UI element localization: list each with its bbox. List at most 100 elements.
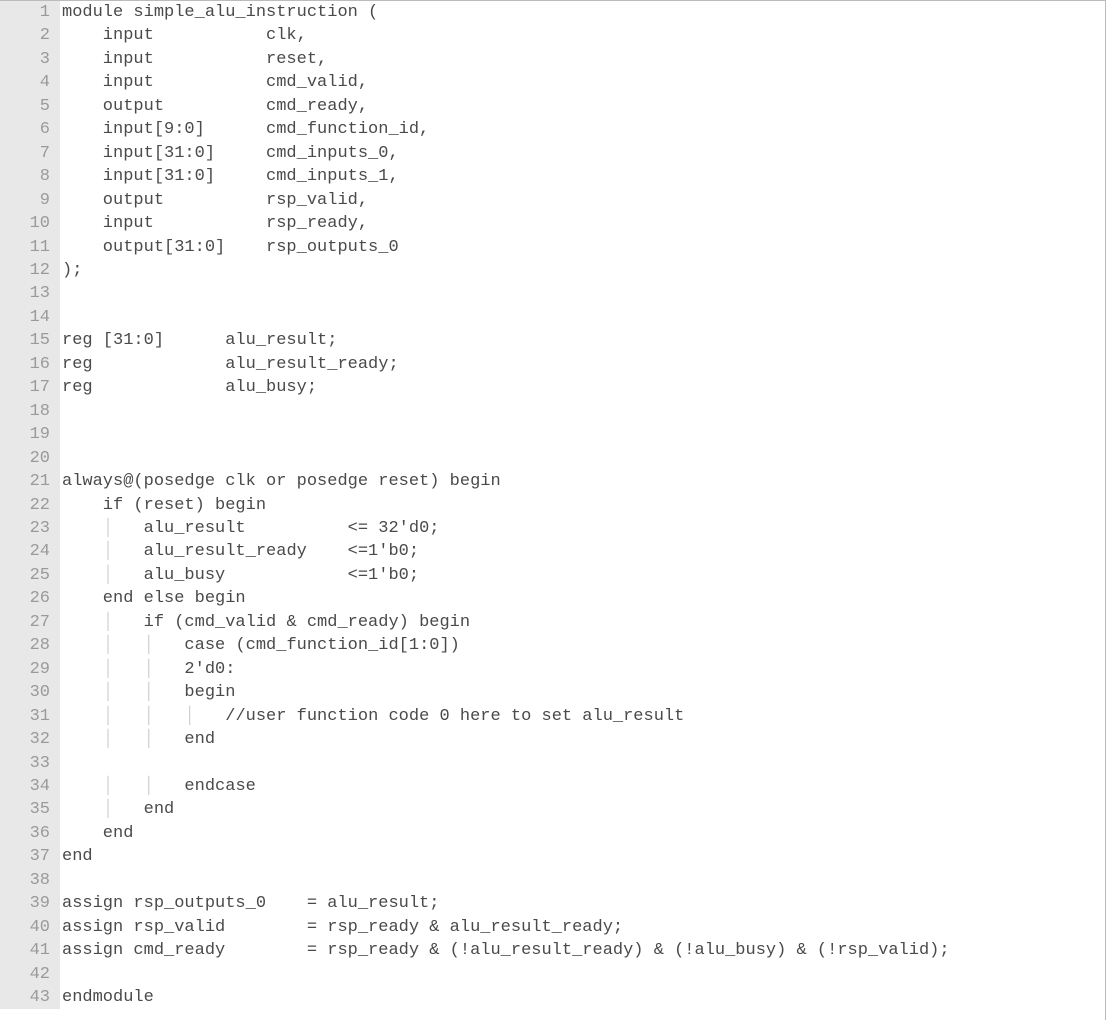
code-text: input[31:0] cmd_inputs_0, [60,142,399,165]
line-number: 9 [0,189,60,212]
code-text: module simple_alu_instruction ( [60,1,378,24]
code-text: │ │ 2'd0: [60,658,235,681]
line-number: 31 [0,705,60,728]
line-number: 3 [0,48,60,71]
code-text: input reset, [60,48,327,71]
line-number: 38 [0,869,60,892]
line-number: 17 [0,376,60,399]
code-text: output cmd_ready, [60,95,368,118]
line-number: 7 [0,142,60,165]
code-text: always@(posedge clk or posedge reset) be… [60,470,501,493]
line-number: 41 [0,939,60,962]
code-text: input clk, [60,24,307,47]
code-text: reg [31:0] alu_result; [60,329,337,352]
code-line: 10 input rsp_ready, [0,212,1105,235]
code-text: │ if (cmd_valid & cmd_ready) begin [60,611,470,634]
code-line: 42 [0,963,1105,986]
line-number: 19 [0,423,60,446]
code-text: end [60,822,133,845]
code-line: 21always@(posedge clk or posedge reset) … [0,470,1105,493]
line-number: 27 [0,611,60,634]
code-line: 29 │ │ 2'd0: [0,658,1105,681]
line-number: 25 [0,564,60,587]
line-number: 36 [0,822,60,845]
line-number: 33 [0,752,60,775]
code-text: ); [60,259,82,282]
code-text: input cmd_valid, [60,71,368,94]
code-line: 32 │ │ end [0,728,1105,751]
code-text: │ alu_result_ready <=1'b0; [60,540,419,563]
code-line: 37end [0,845,1105,868]
code-text: end [60,845,93,868]
code-text: assign rsp_valid = rsp_ready & alu_resul… [60,916,623,939]
code-line: 15reg [31:0] alu_result; [0,329,1105,352]
code-lines-container: 1module simple_alu_instruction (2 input … [0,1,1105,1009]
code-line: 41assign cmd_ready = rsp_ready & (!alu_r… [0,939,1105,962]
line-number: 43 [0,986,60,1009]
code-line: 25 │ alu_busy <=1'b0; [0,564,1105,587]
code-line: 23 │ alu_result <= 32'd0; [0,517,1105,540]
code-text: │ alu_busy <=1'b0; [60,564,419,587]
line-number: 26 [0,587,60,610]
code-text [60,752,62,775]
code-line: 6 input[9:0] cmd_function_id, [0,118,1105,141]
code-text: reg alu_result_ready; [60,353,399,376]
code-text: │ alu_result <= 32'd0; [60,517,439,540]
code-line: 27 │ if (cmd_valid & cmd_ready) begin [0,611,1105,634]
line-number: 5 [0,95,60,118]
line-number: 21 [0,470,60,493]
line-number: 34 [0,775,60,798]
code-text [60,447,62,470]
code-line: 3 input reset, [0,48,1105,71]
code-line: 20 [0,447,1105,470]
code-text: reg alu_busy; [60,376,317,399]
line-number: 1 [0,1,60,24]
code-line: 34 │ │ endcase [0,775,1105,798]
code-text: │ │ case (cmd_function_id[1:0]) [60,634,460,657]
code-text: endmodule [60,986,154,1009]
code-text [60,423,62,446]
code-editor: 1module simple_alu_instruction (2 input … [0,0,1106,1020]
code-line: 38 [0,869,1105,892]
line-number: 28 [0,634,60,657]
code-line: 28 │ │ case (cmd_function_id[1:0]) [0,634,1105,657]
code-line: 7 input[31:0] cmd_inputs_0, [0,142,1105,165]
line-number: 8 [0,165,60,188]
code-line: 22 if (reset) begin [0,494,1105,517]
code-line: 40assign rsp_valid = rsp_ready & alu_res… [0,916,1105,939]
code-line: 19 [0,423,1105,446]
code-text [60,282,62,305]
line-number: 6 [0,118,60,141]
code-line: 2 input clk, [0,24,1105,47]
code-text [60,400,62,423]
code-text: │ │ begin [60,681,235,704]
code-line: 39assign rsp_outputs_0 = alu_result; [0,892,1105,915]
code-text: input rsp_ready, [60,212,368,235]
code-text: │ end [60,798,174,821]
code-text: │ │ │ //user function code 0 here to set… [60,705,684,728]
code-line: 16reg alu_result_ready; [0,353,1105,376]
code-line: 4 input cmd_valid, [0,71,1105,94]
code-text: assign rsp_outputs_0 = alu_result; [60,892,439,915]
code-text: input[9:0] cmd_function_id, [60,118,429,141]
line-number: 30 [0,681,60,704]
line-number: 16 [0,353,60,376]
code-text: if (reset) begin [60,494,266,517]
code-line: 43endmodule [0,986,1105,1009]
code-line: 13 [0,282,1105,305]
line-number: 40 [0,916,60,939]
line-number: 11 [0,236,60,259]
code-text: end else begin [60,587,246,610]
line-number: 15 [0,329,60,352]
line-number: 39 [0,892,60,915]
line-number: 37 [0,845,60,868]
line-number: 4 [0,71,60,94]
line-number: 12 [0,259,60,282]
code-text [60,306,62,329]
line-number: 35 [0,798,60,821]
line-number: 23 [0,517,60,540]
line-number: 22 [0,494,60,517]
code-line: 9 output rsp_valid, [0,189,1105,212]
code-line: 12); [0,259,1105,282]
code-line: 24 │ alu_result_ready <=1'b0; [0,540,1105,563]
